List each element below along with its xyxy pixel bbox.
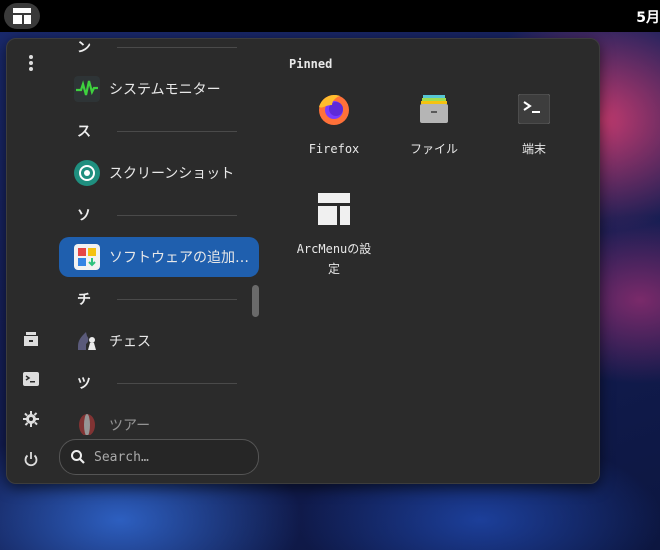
pinned-arcmenu-settings[interactable]: ArcMenuの設定 [286, 179, 382, 279]
app-item-chess[interactable]: チェス [59, 321, 259, 361]
pinned-label: ファイル [409, 142, 458, 156]
app-item-tour[interactable]: ツアー [59, 405, 259, 435]
arcmenu-icon [13, 8, 31, 24]
app-label: ツアー [109, 418, 151, 434]
pinned-label: Firefox [308, 142, 360, 156]
power-icon [24, 452, 38, 467]
header-letter: ン [77, 40, 91, 56]
app-label: スクリーンショット [109, 166, 235, 182]
app-item-screenshot[interactable]: スクリーンショット [59, 153, 259, 193]
search-input[interactable] [92, 448, 246, 466]
terminal-small-icon [23, 372, 39, 386]
files-shortcut-button[interactable] [17, 325, 45, 353]
arcmenu-button[interactable] [4, 3, 40, 29]
list-header-chi: チ [77, 289, 237, 309]
app-item-system-monitor[interactable]: システムモニター [59, 69, 259, 109]
search-icon [71, 450, 85, 464]
system-monitor-icon [73, 75, 101, 103]
pinned-terminal[interactable]: 端末 [486, 79, 582, 159]
screenshot-icon [73, 159, 101, 187]
clock[interactable]: 5月 [636, 7, 660, 27]
vertical-dots-icon [29, 55, 33, 71]
more-options-button[interactable] [17, 49, 45, 77]
gear-icon [23, 411, 39, 427]
app-list[interactable]: ン システムモニター ス スクリーンショット ソ ソフトウェアの追加… チ チェ… [59, 39, 269, 435]
header-letter: ス [77, 124, 91, 140]
header-letter: チ [77, 292, 91, 308]
firefox-icon [314, 89, 354, 129]
list-header-tsu: ツ [77, 373, 237, 393]
top-panel: 5月 [0, 0, 660, 32]
software-icon [73, 243, 101, 271]
tour-icon [73, 411, 101, 435]
chess-icon [73, 327, 101, 355]
terminal-icon [514, 89, 554, 129]
files-icon [414, 89, 454, 129]
arcmenu-popup: ン システムモニター ス スクリーンショット ソ ソフトウェアの追加… チ チェ… [6, 38, 600, 484]
settings-button[interactable] [17, 405, 45, 433]
list-header-so: ソ [77, 205, 237, 225]
header-letter: ツ [77, 376, 91, 392]
list-header-su: ス [77, 121, 237, 141]
list-header-n: ン [77, 39, 237, 57]
pinned-label: ArcMenuの設定 [296, 242, 372, 276]
app-label: システムモニター [109, 82, 221, 98]
app-label: チェス [109, 334, 151, 350]
pinned-firefox[interactable]: Firefox [286, 79, 382, 159]
search-box[interactable] [59, 439, 259, 475]
app-list-scrollbar[interactable] [252, 285, 259, 317]
drawer-icon [24, 332, 38, 346]
pinned-files[interactable]: ファイル [386, 79, 482, 159]
pinned-title: Pinned [289, 57, 333, 71]
power-button[interactable] [17, 445, 45, 473]
pinned-label: 端末 [521, 142, 546, 156]
header-letter: ソ [77, 208, 91, 224]
arcmenu-settings-icon [314, 189, 354, 229]
app-label: ソフトウェアの追加… [109, 250, 249, 266]
terminal-shortcut-button[interactable] [17, 365, 45, 393]
app-item-software[interactable]: ソフトウェアの追加… [59, 237, 259, 277]
